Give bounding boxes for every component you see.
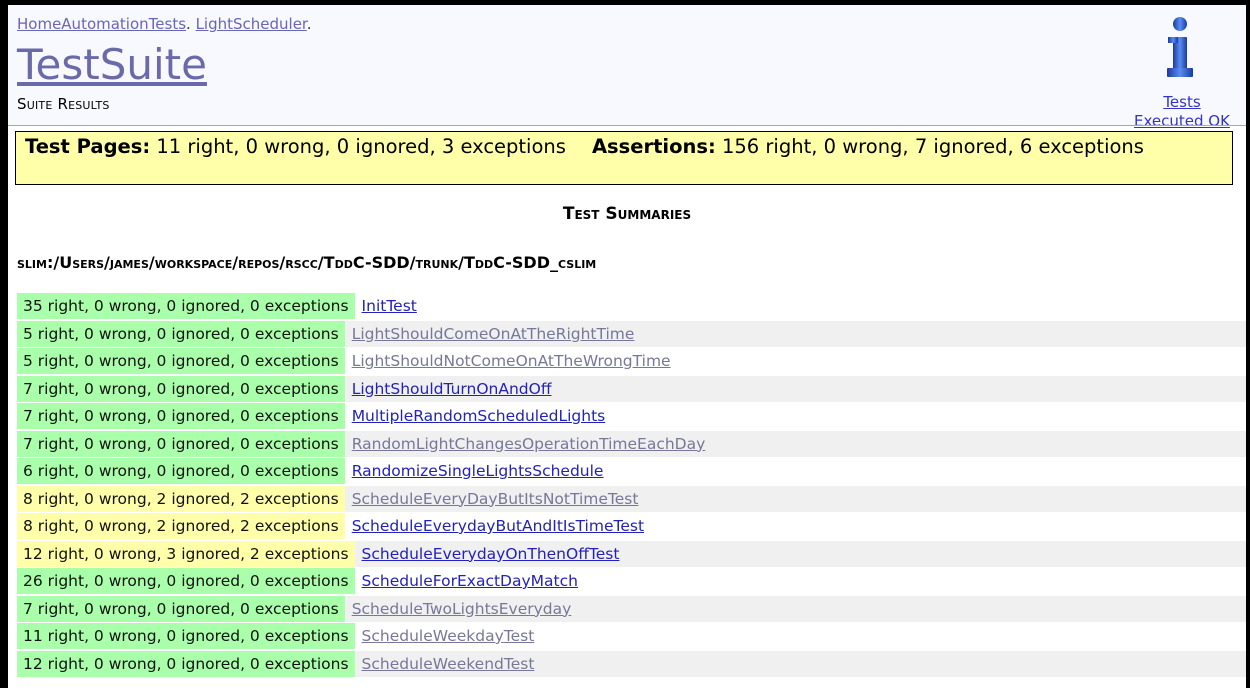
- breadcrumb-separator: .: [186, 15, 196, 33]
- result-status-badge: 26 right, 0 wrong, 0 ignored, 0 exceptio…: [17, 568, 355, 594]
- result-status-badge: 7 right, 0 wrong, 0 ignored, 0 exception…: [17, 375, 345, 402]
- test-page-link[interactable]: ScheduleEverydayOnThenOffTest: [362, 545, 620, 563]
- test-page-link[interactable]: ScheduleTwoLightsEveryday: [352, 600, 572, 618]
- test-page-link[interactable]: MultipleRandomScheduledLights: [352, 407, 606, 425]
- info-icon[interactable]: [1165, 16, 1195, 80]
- result-row: 8 right, 0 wrong, 2 ignored, 2 exception…: [17, 485, 1246, 512]
- breadcrumb-link-homeautomationtests[interactable]: HomeAutomationTests: [17, 15, 186, 33]
- test-page-link[interactable]: RandomizeSingleLightsSchedule: [352, 462, 604, 480]
- result-row: 8 right, 0 wrong, 2 ignored, 2 exception…: [17, 513, 1246, 539]
- section-title: Test Summaries: [562, 204, 692, 224]
- test-page-link[interactable]: InitTest: [362, 297, 417, 315]
- page-frame: HomeAutomationTests. LightScheduler. Tes…: [8, 5, 1246, 688]
- result-row: 11 right, 0 wrong, 0 ignored, 0 exceptio…: [17, 623, 1246, 649]
- result-row: 7 right, 0 wrong, 0 ignored, 0 exception…: [17, 430, 1246, 457]
- result-row: 5 right, 0 wrong, 0 ignored, 0 exception…: [17, 348, 1246, 374]
- result-status-badge: 12 right, 0 wrong, 0 ignored, 0 exceptio…: [17, 650, 355, 677]
- result-status-badge: 6 right, 0 wrong, 0 ignored, 0 exception…: [17, 458, 345, 484]
- page-subtitle: Suite Results: [17, 95, 110, 113]
- result-status-badge: 5 right, 0 wrong, 0 ignored, 0 exception…: [17, 348, 345, 374]
- tests-executed-line1: Tests: [1163, 93, 1201, 111]
- test-page-link[interactable]: ScheduleEverydayButAndItIsTimeTest: [352, 517, 644, 535]
- result-status-badge: 35 right, 0 wrong, 0 ignored, 0 exceptio…: [17, 293, 355, 319]
- tests-executed-line2: Executed OK: [1134, 112, 1230, 130]
- assertions-label: Assertions:: [591, 135, 716, 158]
- page-header: HomeAutomationTests. LightScheduler. Tes…: [8, 5, 1246, 130]
- result-row: 7 right, 0 wrong, 0 ignored, 0 exception…: [17, 403, 1246, 429]
- breadcrumb-link-lightscheduler[interactable]: LightScheduler: [196, 15, 307, 33]
- result-row: 7 right, 0 wrong, 0 ignored, 0 exception…: [17, 375, 1246, 402]
- result-status-badge: 7 right, 0 wrong, 0 ignored, 0 exception…: [17, 403, 345, 429]
- result-row: 26 right, 0 wrong, 0 ignored, 0 exceptio…: [17, 568, 1246, 594]
- suite-path-title: slim:/Users/james/workspace/repos/rscc/T…: [17, 253, 597, 272]
- test-page-link[interactable]: ScheduleEveryDayButItsNotTimeTest: [352, 490, 639, 508]
- result-status-badge: 12 right, 0 wrong, 3 ignored, 2 exceptio…: [17, 540, 355, 567]
- test-page-link[interactable]: ScheduleForExactDayMatch: [362, 572, 578, 590]
- result-row: 7 right, 0 wrong, 0 ignored, 0 exception…: [17, 595, 1246, 622]
- result-status-badge: 8 right, 0 wrong, 2 ignored, 2 exception…: [17, 485, 345, 512]
- test-page-link[interactable]: RandomLightChangesOperationTimeEachDay: [352, 435, 706, 453]
- result-row: 12 right, 0 wrong, 0 ignored, 0 exceptio…: [17, 650, 1246, 677]
- header-divider: [8, 125, 1246, 126]
- suite-summary-box: Test Pages: 11 right, 0 wrong, 0 ignored…: [15, 131, 1233, 185]
- result-row: 6 right, 0 wrong, 0 ignored, 0 exception…: [17, 458, 1246, 484]
- result-row: 12 right, 0 wrong, 3 ignored, 2 exceptio…: [17, 540, 1246, 567]
- result-row: 5 right, 0 wrong, 0 ignored, 0 exception…: [17, 320, 1246, 347]
- breadcrumb: HomeAutomationTests. LightScheduler.: [17, 15, 312, 33]
- assertions-counts: 156 right, 0 wrong, 7 ignored, 6 excepti…: [721, 135, 1144, 158]
- test-pages-label: Test Pages:: [25, 135, 151, 158]
- test-page-link[interactable]: LightShouldComeOnAtTheRightTime: [352, 325, 635, 343]
- test-page-link[interactable]: ScheduleWeekdayTest: [362, 627, 535, 645]
- result-status-badge: 11 right, 0 wrong, 0 ignored, 0 exceptio…: [17, 623, 355, 649]
- test-page-link[interactable]: LightShouldTurnOnAndOff: [352, 380, 552, 398]
- test-pages-counts: 11 right, 0 wrong, 0 ignored, 3 exceptio…: [156, 135, 566, 158]
- result-status-badge: 8 right, 0 wrong, 2 ignored, 2 exception…: [17, 513, 345, 539]
- test-page-link[interactable]: LightShouldNotComeOnAtTheWrongTime: [352, 352, 671, 370]
- result-row: 35 right, 0 wrong, 0 ignored, 0 exceptio…: [17, 293, 1246, 319]
- page-title[interactable]: TestSuite: [17, 39, 207, 91]
- test-page-link[interactable]: ScheduleWeekendTest: [362, 655, 535, 673]
- result-status-badge: 5 right, 0 wrong, 0 ignored, 0 exception…: [17, 320, 345, 347]
- breadcrumb-separator: .: [306, 15, 312, 33]
- result-status-badge: 7 right, 0 wrong, 0 ignored, 0 exception…: [17, 430, 345, 457]
- result-status-badge: 7 right, 0 wrong, 0 ignored, 0 exception…: [17, 595, 345, 622]
